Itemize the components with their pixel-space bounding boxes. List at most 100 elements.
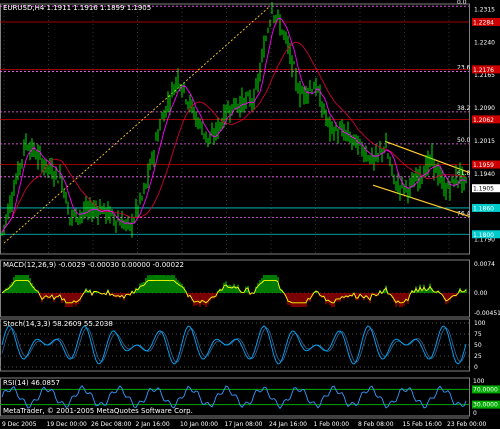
macd-histogram-bar	[339, 293, 341, 302]
macd-histogram-bar	[57, 293, 59, 299]
price-axis-label: 1.2315	[474, 6, 495, 13]
macd-histogram-bar	[179, 282, 181, 293]
fib-level-label: 0.0	[457, 0, 467, 6]
stoch-axis-label: 50	[474, 342, 482, 349]
macd-histogram-bar	[343, 293, 345, 300]
chart-window[interactable]: 1.23151.22401.21651.20901.20151.19401.18…	[0, 0, 500, 429]
macd-histogram-bar	[363, 293, 365, 301]
price-axis-label: 1.2240	[474, 39, 495, 46]
rsi-axis-label: 100	[473, 378, 485, 385]
macd-histogram-bar	[299, 293, 301, 307]
macd-histogram-bar	[119, 293, 121, 299]
price-tag-text: 1.2062	[473, 117, 494, 124]
time-axis-label: 19 Dec 00:00	[47, 421, 88, 428]
macd-histogram-bar	[147, 275, 149, 293]
macd-histogram-bar	[21, 275, 23, 293]
time-axis-label: 10 Jan 00:00	[180, 421, 218, 428]
macd-histogram-bar	[49, 293, 51, 300]
macd-histogram-bar	[181, 283, 183, 293]
macd-histogram-bar	[77, 293, 79, 305]
price-tag-text: 1.1959	[473, 162, 494, 169]
macd-axis-label: 0.0074	[474, 261, 495, 268]
macd-histogram-bar	[17, 275, 19, 293]
macd-histogram-bar	[199, 293, 201, 307]
fib-level-label: 38.2	[457, 105, 471, 112]
macd-histogram-bar	[395, 293, 397, 307]
macd-histogram-bar	[163, 275, 165, 293]
macd-histogram-bar	[223, 282, 225, 293]
macd-histogram-bar	[169, 275, 171, 293]
macd-histogram-bar	[145, 277, 147, 293]
macd-histogram-bar	[205, 293, 207, 307]
macd-histogram-bar	[257, 283, 259, 293]
macd-histogram-bar	[295, 293, 297, 307]
time-axis-label: 26 Dec 08:00	[91, 421, 132, 428]
macd-histogram-bar	[151, 275, 153, 293]
macd-histogram-bar	[447, 293, 449, 303]
macd-histogram-bar	[143, 281, 145, 293]
macd-histogram-bar	[19, 275, 21, 293]
macd-histogram-bar	[309, 293, 311, 302]
fib-level-label: 23.6	[457, 65, 471, 72]
rsi-label: RSI(14) 46.0857	[3, 379, 60, 387]
macd-histogram-bar	[71, 293, 73, 307]
macd-histogram-bar	[167, 275, 169, 293]
macd-histogram-bar	[229, 284, 231, 293]
macd-histogram-bar	[347, 293, 349, 299]
fib-level-label: 50.0	[457, 137, 471, 144]
macd-histogram-bar	[25, 275, 27, 293]
macd-histogram-bar	[157, 275, 159, 293]
macd-histogram-bar	[195, 293, 197, 306]
macd-histogram-bar	[177, 280, 179, 293]
macd-histogram-bar	[115, 293, 117, 298]
macd-histogram-bar	[27, 275, 29, 293]
macd-histogram-bar	[305, 293, 307, 307]
macd-histogram-bar	[41, 293, 43, 303]
macd-histogram-bar	[403, 293, 405, 306]
macd-histogram-bar	[329, 293, 331, 306]
macd-histogram-bar	[79, 293, 81, 303]
macd-histogram-bar	[173, 275, 175, 293]
stoch-axis-label: 100	[474, 320, 486, 327]
copyright-text: MetaTrader, © 2001-2005 MetaQuotes Softw…	[3, 407, 193, 415]
macd-histogram-bar	[203, 293, 205, 305]
macd-histogram-bar	[23, 275, 25, 293]
macd-histogram-bar	[159, 275, 161, 293]
macd-histogram-bar	[271, 275, 273, 293]
macd-histogram-bar	[73, 293, 75, 305]
macd-histogram-bar	[303, 293, 305, 307]
macd-histogram-bar	[429, 283, 431, 293]
macd-histogram-bar	[193, 293, 195, 306]
macd-histogram-bar	[327, 293, 329, 304]
macd-histogram-bar	[75, 293, 77, 307]
macd-histogram-bar	[197, 293, 199, 305]
time-axis-label: 15 Feb 16:00	[403, 421, 443, 428]
macd-histogram-bar	[213, 293, 215, 299]
macd-histogram-bar	[273, 275, 275, 293]
macd-histogram-bar	[289, 293, 291, 306]
macd-histogram-bar	[235, 286, 237, 293]
macd-histogram-bar	[267, 275, 269, 293]
macd-histogram-bar	[269, 275, 271, 293]
macd-histogram-bar	[153, 275, 155, 293]
macd-histogram-bar	[261, 278, 263, 293]
macd-histogram-bar	[301, 293, 303, 307]
macd-axis-label: -0.00451	[474, 310, 500, 317]
time-axis-label: 24 Jan 16:00	[269, 421, 307, 428]
macd-label: MACD(12,26,9) -0.0029 -0.00030 0.00000 -…	[3, 261, 184, 269]
macd-histogram-bar	[233, 283, 235, 293]
rsi-axis-label: 30.0000	[473, 402, 498, 409]
macd-histogram-bar	[65, 293, 67, 307]
macd-histogram-bar	[139, 283, 141, 293]
macd-histogram-bar	[9, 284, 11, 293]
macd-histogram-bar	[449, 293, 451, 301]
price-tag-text: 1.2176	[473, 67, 494, 74]
macd-histogram-bar	[325, 293, 327, 305]
stoch-axis-label: 75	[474, 331, 482, 338]
macd-histogram-bar	[29, 278, 31, 293]
macd-histogram-bar	[401, 293, 403, 307]
price-tag-text: 1.2284	[473, 19, 494, 26]
macd-histogram-bar	[231, 286, 233, 293]
macd-histogram-bar	[293, 293, 295, 307]
price-tag-text: 1.1905	[473, 186, 494, 193]
